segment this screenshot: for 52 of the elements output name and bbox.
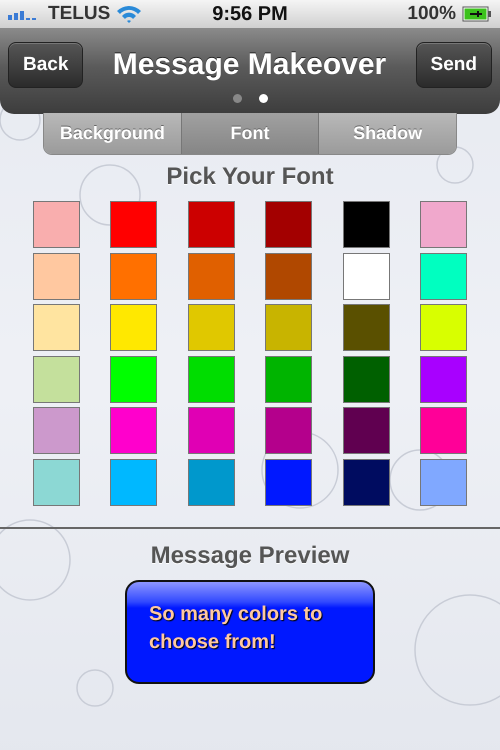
send-button[interactable]: Send: [416, 42, 492, 88]
preview-heading: Message Preview: [150, 542, 350, 570]
color-swatch[interactable]: [420, 201, 468, 248]
palette-heading: Pick Your Font: [166, 163, 334, 191]
color-swatch[interactable]: [265, 304, 312, 352]
color-swatch[interactable]: [420, 407, 468, 454]
color-swatch[interactable]: [265, 356, 312, 403]
color-swatch[interactable]: [188, 356, 235, 403]
color-swatch[interactable]: [265, 407, 312, 454]
color-swatch[interactable]: [420, 252, 468, 300]
color-swatch[interactable]: [188, 201, 235, 248]
color-swatch[interactable]: [188, 407, 235, 454]
color-swatch[interactable]: [420, 458, 468, 506]
color-swatch[interactable]: [110, 201, 158, 248]
wifi-icon: [116, 5, 142, 23]
color-swatch[interactable]: [32, 252, 80, 300]
carrier-name: TELUS: [48, 3, 110, 25]
message-text: So many colors to choose from!: [149, 602, 322, 653]
color-swatch[interactable]: [265, 201, 312, 248]
color-swatch[interactable]: [342, 356, 390, 403]
color-swatch[interactable]: [265, 252, 312, 300]
screen-title: Message Makeover: [112, 48, 386, 82]
color-swatch[interactable]: [32, 201, 80, 248]
color-swatch[interactable]: [342, 252, 390, 300]
battery-icon: [462, 6, 492, 22]
battery-percent: 100%: [407, 3, 456, 25]
color-swatch[interactable]: [420, 304, 468, 352]
color-swatch[interactable]: [420, 356, 468, 403]
page-dot[interactable]: [232, 94, 242, 103]
color-swatch[interactable]: [188, 458, 235, 506]
color-swatch[interactable]: [110, 304, 158, 352]
color-swatch[interactable]: [110, 407, 158, 454]
color-swatch[interactable]: [188, 252, 235, 300]
segment-tab[interactable]: Shadow: [319, 113, 456, 154]
clock-time: 9:56 PM: [212, 2, 288, 26]
page-dot[interactable]: [258, 94, 268, 103]
color-swatch[interactable]: [32, 458, 80, 506]
color-swatch[interactable]: [110, 252, 158, 300]
color-swatch[interactable]: [188, 304, 235, 352]
color-swatch[interactable]: [32, 356, 80, 403]
back-button[interactable]: Back: [8, 42, 84, 88]
color-swatch[interactable]: [342, 201, 390, 248]
color-swatch[interactable]: [265, 458, 312, 506]
color-swatch[interactable]: [32, 407, 80, 454]
color-swatch[interactable]: [342, 407, 390, 454]
color-swatch[interactable]: [110, 356, 158, 403]
color-swatch[interactable]: [110, 458, 158, 506]
color-swatch[interactable]: [32, 304, 80, 352]
segment-tab[interactable]: Background: [44, 113, 182, 154]
color-swatch[interactable]: [342, 304, 390, 352]
color-swatch[interactable]: [342, 458, 390, 506]
segment-tab[interactable]: Font: [182, 113, 320, 154]
